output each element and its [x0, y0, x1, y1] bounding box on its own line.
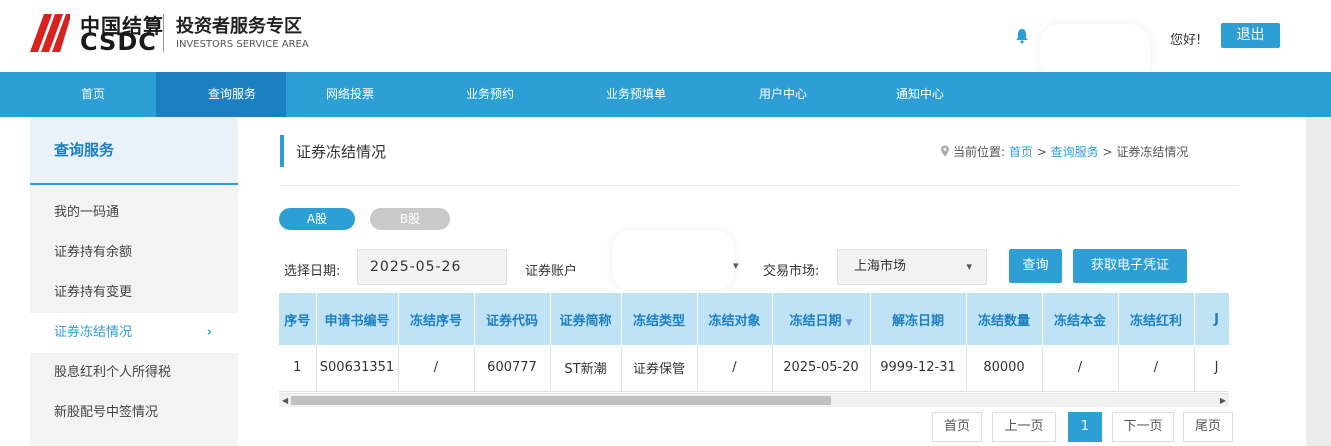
market-select[interactable]: 上海市场 ▾: [837, 249, 987, 285]
freeze-table: 序号 申请书编号 冻结序号 证券代码 证券简称 冻结类型 冻结对象 冻结日期 ▼ …: [279, 293, 1229, 392]
sidebar-item-freeze-status[interactable]: 证券冻结情况 ›: [30, 313, 238, 353]
table-header-cell: 冻结序号: [398, 293, 475, 345]
sidebar-item-label: 证券持有变更: [54, 285, 133, 300]
breadcrumb-separator: >: [1102, 145, 1113, 159]
table-header-cell: 冻结本金: [1042, 293, 1119, 345]
service-area-subtitle: INVESTORS SERVICE AREA: [176, 39, 309, 50]
greeting-text: 您好!: [1170, 33, 1202, 48]
table-cell: /: [398, 345, 475, 392]
tab-a-share[interactable]: A股: [279, 208, 355, 230]
table-header-row: 序号 申请书编号 冻结序号 证券代码 证券简称 冻结类型 冻结对象 冻结日期 ▼ …: [279, 293, 1229, 345]
page-title: 证券冻结情况: [296, 143, 387, 161]
breadcrumb-prefix: 当前位置:: [953, 145, 1006, 159]
table-header-cell: 冻结对象: [697, 293, 773, 345]
freeze-table-viewport: 序号 申请书编号 冻结序号 证券代码 证券简称 冻结类型 冻结对象 冻结日期 ▼ …: [279, 293, 1229, 393]
page-right-gutter: [1306, 117, 1331, 446]
service-area-title: 投资者服务专区: [176, 16, 302, 37]
page-current-button[interactable]: 1: [1068, 412, 1102, 442]
table-header-cell-sortable[interactable]: 冻结日期 ▼: [772, 293, 871, 345]
nav-item-vote[interactable]: 网络投票: [300, 72, 400, 117]
table-header-cell: 证券代码: [474, 293, 551, 345]
table-cell: 80000: [966, 345, 1043, 392]
table-cell: 9999-12-31: [870, 345, 967, 392]
account-label: 证券账户: [525, 264, 578, 279]
chevron-down-icon: ▾: [733, 259, 739, 272]
table-row: 1 S00631351 / 600777 ST新潮 证券保管 / 2025-05…: [279, 345, 1229, 392]
location-pin-icon: [941, 145, 949, 157]
nav-item-notice[interactable]: 通知中心: [870, 72, 970, 117]
breadcrumb-current: 证券冻结情况: [1116, 145, 1189, 159]
nav-item-home[interactable]: 首页: [30, 72, 156, 117]
sidebar-item-label: 证券冻结情况: [54, 325, 133, 340]
market-label: 交易市场:: [763, 264, 820, 279]
tab-b-share[interactable]: B股: [370, 208, 450, 230]
table-header-cell: 冻结类型: [621, 293, 698, 345]
bell-icon[interactable]: [1015, 28, 1029, 44]
sidebar-item-dividend-tax[interactable]: 股息红利个人所得税: [30, 353, 238, 393]
date-label: 选择日期:: [284, 264, 341, 279]
nav-item-booking[interactable]: 业务预约: [440, 72, 540, 117]
chevron-down-icon: ▾: [966, 260, 972, 273]
breadcrumb-separator: >: [1036, 145, 1047, 159]
table-cell: 1: [279, 345, 317, 392]
nav-item-prefill[interactable]: 业务预填单: [586, 72, 686, 117]
table-header-cell: 解冻日期: [870, 293, 967, 345]
sidebar-item-label: 证券持有余额: [54, 245, 133, 260]
table-header-cell: 冻结数量: [966, 293, 1043, 345]
sidebar-item-label: 股息红利个人所得税: [54, 365, 172, 380]
page-first-button[interactable]: 首页: [932, 412, 982, 442]
table-header-cell: 冻结红利: [1118, 293, 1195, 345]
nav-item-query[interactable]: 查询服务: [156, 72, 286, 117]
table-cell: 2025-05-20: [772, 345, 871, 392]
sidebar-item-ipo-allotment[interactable]: 新股配号中签情况: [30, 393, 238, 433]
page-last-button[interactable]: 尾页: [1183, 412, 1233, 442]
account-select[interactable]: [612, 230, 734, 290]
logo-text-en: CSDC: [80, 28, 157, 56]
nav-item-user-center[interactable]: 用户中心: [733, 72, 833, 117]
site-header: 中国结算 CSDC 投资者服务专区 INVESTORS SERVICE AREA…: [0, 0, 1331, 84]
scroll-right-icon[interactable]: ▶: [1220, 394, 1226, 407]
logout-button[interactable]: 退出: [1221, 23, 1280, 48]
page-prev-button[interactable]: 上一页: [992, 412, 1056, 442]
sidebar-item-my-account[interactable]: 我的一码通: [30, 193, 238, 233]
breadcrumb-query-link[interactable]: 查询服务: [1051, 145, 1099, 159]
sidebar: 查询服务 我的一码通 证券持有余额 证券持有变更 证券冻结情况 › 股息红利个人所…: [30, 117, 238, 446]
table-cell: /: [697, 345, 773, 392]
table-cell: ST新潮: [550, 345, 622, 392]
sidebar-item-holding-change[interactable]: 证券持有变更: [30, 273, 238, 313]
sidebar-item-label: 新股配号中签情况: [54, 405, 159, 420]
table-header-cell: J: [1194, 293, 1229, 345]
market-select-value: 上海市场: [854, 259, 907, 274]
breadcrumb-home-link[interactable]: 首页: [1009, 145, 1033, 159]
sort-down-icon[interactable]: ▼: [846, 318, 853, 328]
title-accent-bar: [280, 135, 284, 167]
get-certificate-button[interactable]: 获取电子凭证: [1073, 249, 1187, 283]
table-horizontal-scrollbar[interactable]: ◀ ▶: [279, 393, 1229, 407]
table-cell: 600777: [474, 345, 551, 392]
table-header-cell: 序号: [279, 293, 317, 345]
main-nav: 首页 查询服务 网络投票 业务预约 业务预填单 用户中心 通知中心: [0, 72, 1331, 117]
table-cell: /: [1118, 345, 1195, 392]
chevron-right-icon: ›: [206, 325, 212, 340]
scroll-left-icon[interactable]: ◀: [282, 394, 288, 407]
table-cell: J: [1194, 345, 1229, 392]
date-input[interactable]: 2025-05-26: [357, 249, 507, 285]
sidebar-item-holding-balance[interactable]: 证券持有余额: [30, 233, 238, 273]
table-cell: 证券保管: [621, 345, 698, 392]
logo-divider: [163, 14, 164, 52]
table-cell: /: [1042, 345, 1119, 392]
table-header-cell: 证券简称: [550, 293, 622, 345]
breadcrumb: 当前位置: 首页 > 查询服务 > 证券冻结情况: [940, 143, 1188, 160]
sidebar-title: 查询服务: [30, 117, 238, 185]
scrollbar-thumb[interactable]: [291, 396, 831, 405]
table-cell: S00631351: [316, 345, 399, 392]
page-next-button[interactable]: 下一页: [1112, 412, 1174, 442]
table-header-label: 冻结日期: [789, 313, 842, 329]
sidebar-item-label: 我的一码通: [54, 205, 120, 220]
csdc-logo-icon: [30, 14, 70, 52]
query-button[interactable]: 查询: [1009, 249, 1062, 283]
table-header-cell: 申请书编号: [316, 293, 399, 345]
title-divider: [280, 185, 1238, 186]
